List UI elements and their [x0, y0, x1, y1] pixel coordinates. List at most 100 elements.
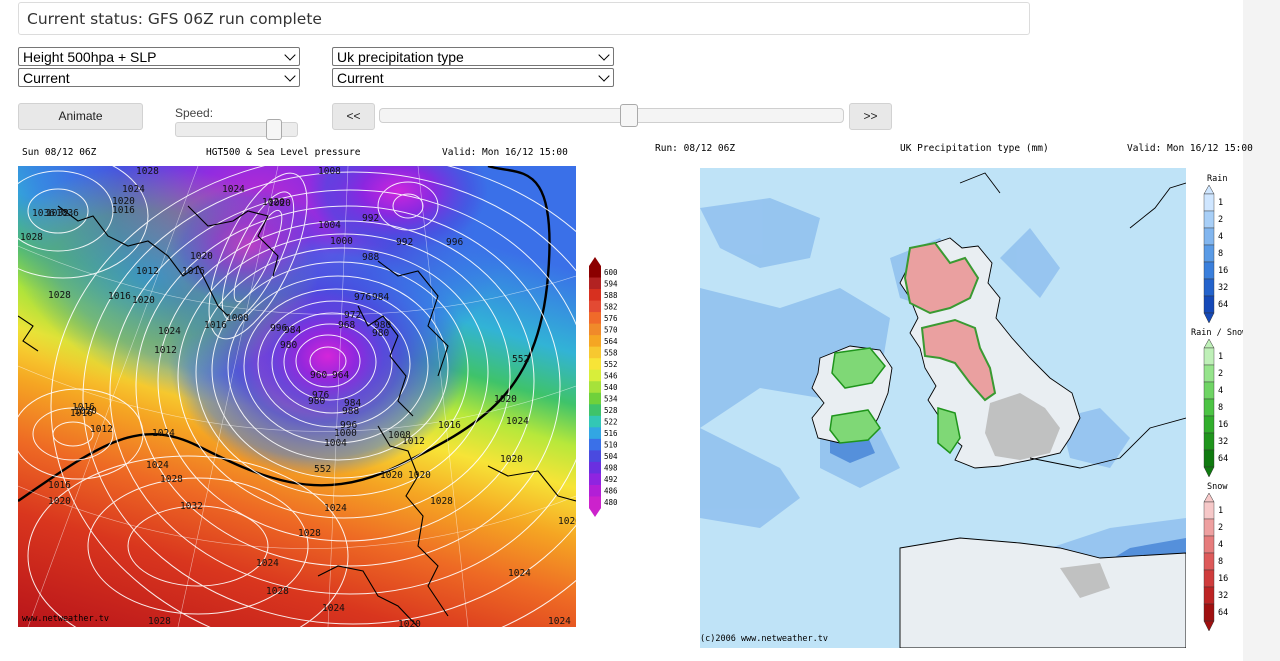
right-chart-select[interactable]: Uk precipitation type — [332, 47, 614, 66]
scale-label: 504 — [604, 452, 618, 461]
next-frame-button[interactable]: >> — [849, 103, 892, 130]
scale-label: 498 — [604, 464, 618, 473]
isobar-label: 964 — [332, 370, 349, 381]
legend-level-label: 32 — [1218, 591, 1228, 601]
isobar-label: 984 — [372, 292, 389, 303]
isobar-label: 992 — [396, 237, 413, 248]
legend-level-label: 1 — [1218, 198, 1223, 208]
precipitation-legend-svg: Rain 1 2 4 8 16 32 64 Rain / Snow 1 2 4 8 16 32 64 Snow 1… — [1191, 174, 1243, 632]
isobar-label: 992 — [362, 213, 379, 224]
scale-swatch — [589, 289, 601, 302]
right-run-select[interactable]: Current — [332, 68, 614, 87]
netweather-credit-right: (c)2006 www.netweather.tv — [700, 634, 828, 644]
isobar-label: 988 — [342, 406, 359, 417]
speed-slider-handle[interactable] — [266, 119, 282, 140]
height-scale-svg: 600 594 588 582 576 570 564 558 552 546 540 534 528 5… — [589, 257, 618, 517]
right-run-select-value: Current — [337, 70, 384, 86]
scale-swatch — [589, 335, 601, 348]
isobar-label: 1016 — [48, 480, 71, 491]
right-gutter — [1243, 0, 1280, 661]
legend-swatch — [1203, 518, 1215, 537]
isobar-label: 1016 — [204, 320, 227, 331]
isobar-label: 1012 — [136, 266, 159, 277]
isobar-label: 980 — [280, 340, 297, 351]
right-map-valid-label: Valid: Mon 16/12 15:00 — [1127, 143, 1253, 154]
isobar-label: 1024 — [548, 616, 571, 627]
isobar-label: 1024 — [122, 184, 145, 195]
isobar-label: 1024 — [508, 568, 531, 579]
chevron-down-icon — [284, 70, 296, 82]
right-map-run-label: Run: 08/12 06Z — [655, 143, 736, 154]
legend-swatch — [1203, 586, 1215, 605]
isobar-label: 1024 — [256, 558, 279, 569]
left-chart-select-value: Height 500hpa + SLP — [23, 49, 157, 65]
speed-label: Speed: — [175, 106, 214, 120]
isobar-label: 1016 — [70, 408, 93, 419]
scale-swatch — [589, 323, 601, 336]
scale-label: 570 — [604, 325, 618, 334]
scale-bottom-arrow — [589, 508, 601, 517]
previous-frame-button[interactable]: << — [332, 103, 375, 130]
legend-level-label: 1 — [1218, 352, 1223, 362]
status-bar: Current status: GFS 06Z run complete — [18, 2, 1030, 35]
isobar-label: 1008 — [318, 166, 341, 177]
legend-swatch — [1203, 364, 1215, 383]
scale-swatch — [589, 369, 601, 382]
scale-swatch — [589, 496, 601, 509]
isobar-label: 1020 — [268, 198, 291, 209]
isobar-label: 1028 — [430, 496, 453, 507]
scale-label: 552 — [604, 360, 618, 369]
isobar-label: 1016 — [182, 266, 205, 277]
left-run-select[interactable]: Current — [18, 68, 300, 87]
precipitation-legend: Rain 1 2 4 8 16 32 64 Rain / Snow 1 2 4 8 16 32 64 Snow 1… — [1187, 168, 1243, 648]
isobar-label: 1012 — [402, 436, 425, 447]
isobar-label: 1016 — [438, 420, 461, 431]
isobar-label: 980 — [372, 328, 389, 339]
legend-swatch — [1203, 193, 1215, 212]
isobar-label: 552 — [314, 464, 331, 475]
left-map-title: HGT500 & Sea Level pressure — [206, 147, 361, 158]
isobar-label: 1028 — [48, 290, 71, 301]
scale-swatch — [589, 415, 601, 428]
isobar-label: 1028 — [136, 166, 159, 177]
height-scale-legend: 600 594 588 582 576 570 564 558 552 546 540 534 528 5… — [584, 256, 622, 520]
isobar-label: 968 — [338, 320, 355, 331]
left-run-select-value: Current — [23, 70, 70, 86]
legend-swatch — [1203, 501, 1215, 520]
scale-label: 480 — [604, 498, 618, 507]
scale-label: 564 — [604, 337, 618, 346]
legend-level-label: 16 — [1218, 420, 1228, 430]
height-500hpa-chart: 1028 1024 1036 1032 1028 1020 1016 1024 1020 1008… — [18, 166, 576, 627]
scale-label: 516 — [604, 429, 618, 438]
legend-swatch — [1203, 347, 1215, 366]
legend-swatch — [1203, 210, 1215, 229]
scale-swatch — [589, 484, 601, 497]
legend-swatch — [1203, 227, 1215, 246]
legend-top-arrow — [1203, 492, 1215, 503]
scale-label: 576 — [604, 314, 618, 323]
scale-label: 534 — [604, 395, 618, 404]
animate-button[interactable]: Animate — [18, 103, 143, 130]
scale-label: 594 — [604, 279, 618, 288]
legend-title: Rain — [1207, 174, 1227, 184]
right-map-title: UK Precipitation type (mm) — [900, 143, 1049, 154]
legend-swatch — [1203, 398, 1215, 417]
scale-label: 492 — [604, 475, 618, 484]
chevron-down-icon — [284, 49, 296, 61]
left-chart-select[interactable]: Height 500hpa + SLP — [18, 47, 300, 66]
isobar-label: 988 — [362, 252, 379, 263]
isobar-label: 1000 — [330, 236, 353, 247]
isobar-label: 1012 — [154, 345, 177, 356]
legend-level-label: 8 — [1218, 557, 1223, 567]
scale-swatch — [589, 312, 601, 325]
legend-level-label: 64 — [1218, 454, 1228, 464]
frame-slider-handle[interactable] — [620, 104, 638, 127]
scale-swatch — [589, 300, 601, 313]
scale-swatch — [589, 392, 601, 405]
isobar-label: 976 — [354, 292, 371, 303]
isobar-label: 1020 — [380, 470, 403, 481]
scale-label: 588 — [604, 291, 618, 300]
frame-slider[interactable] — [379, 108, 844, 123]
scale-swatch — [589, 450, 601, 463]
legend-level-label: 16 — [1218, 266, 1228, 276]
